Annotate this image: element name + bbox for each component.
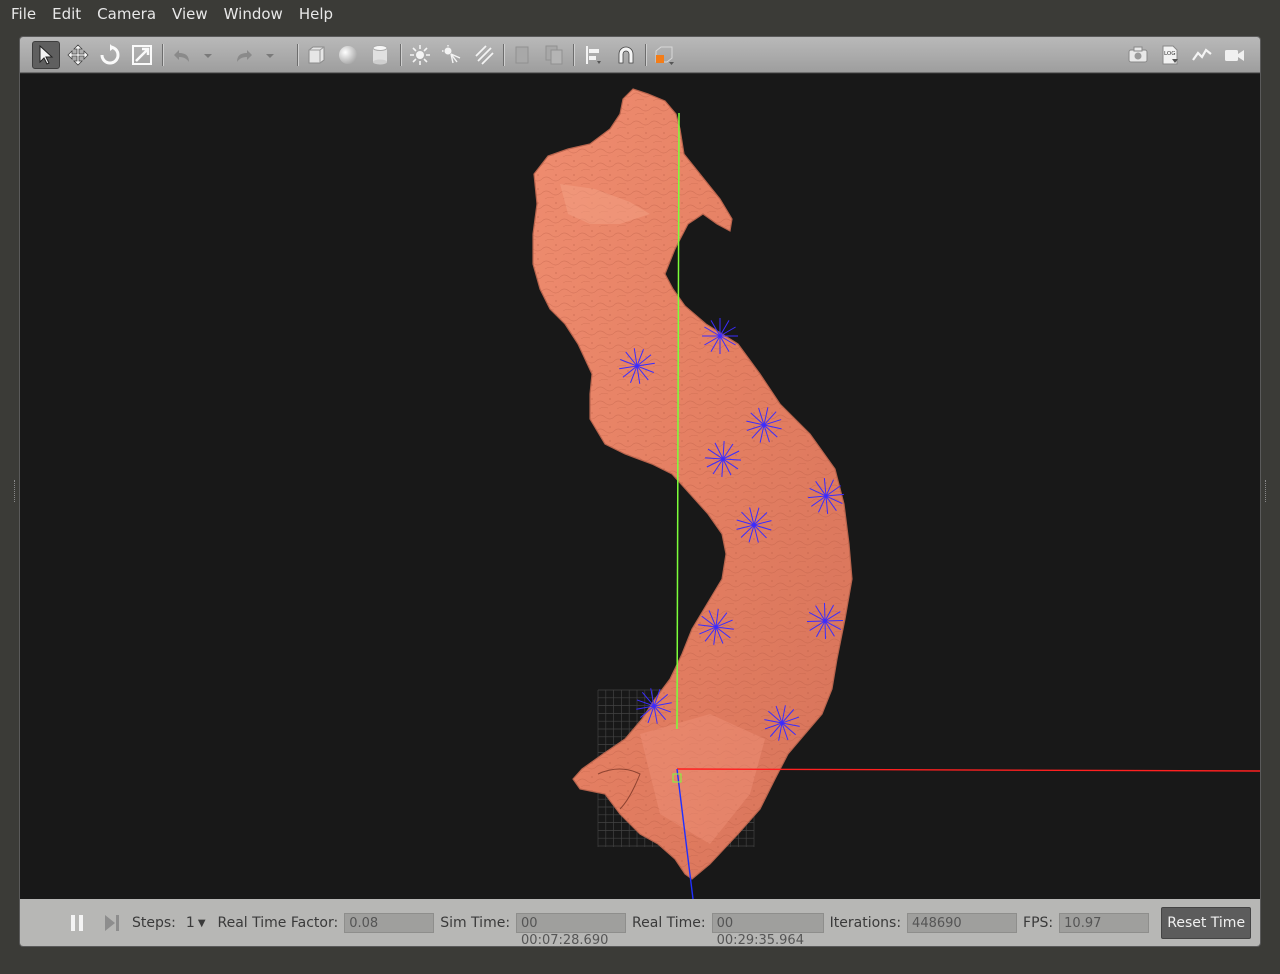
toolbar-separator xyxy=(400,44,402,66)
select-arrow-icon[interactable] xyxy=(32,41,60,69)
plot-icon[interactable] xyxy=(1188,41,1216,69)
bottom-bar: Steps: 1 ▼ Real Time Factor: 0.08 Sim Ti… xyxy=(20,899,1260,946)
menu-view[interactable]: View xyxy=(164,0,216,28)
menu-window[interactable]: Window xyxy=(216,0,291,28)
iterations-label: Iterations: xyxy=(829,915,902,931)
sphere-shape-icon[interactable] xyxy=(334,41,362,69)
real-time-label: Real Time: xyxy=(632,915,706,931)
left-panel-handle[interactable] xyxy=(14,480,16,502)
toolbar-separator xyxy=(297,44,299,66)
menu-edit[interactable]: Edit xyxy=(44,0,89,28)
undo-history-icon[interactable] xyxy=(200,41,216,69)
redo-history-icon[interactable] xyxy=(262,41,278,69)
spot-light-icon[interactable] xyxy=(438,41,466,69)
snap-magnet-icon[interactable] xyxy=(612,41,640,69)
menu-help[interactable]: Help xyxy=(291,0,341,28)
directional-light-icon[interactable] xyxy=(470,41,498,69)
point-light-icon[interactable] xyxy=(406,41,434,69)
log-icon-text: LOG xyxy=(1164,51,1175,57)
real-time-field: 00 00:29:35.964 xyxy=(711,913,824,946)
menu-bar: File Edit Camera View Window Help xyxy=(0,0,1280,28)
undo-icon[interactable] xyxy=(168,41,196,69)
translate-icon[interactable] xyxy=(64,41,92,69)
redo-icon[interactable] xyxy=(230,41,258,69)
sim-time-field: 00 00:07:28.690 xyxy=(516,913,627,946)
rotate-icon[interactable] xyxy=(96,41,124,69)
steps-dropdown-icon[interactable]: ▼ xyxy=(198,918,206,929)
video-record-icon[interactable] xyxy=(1220,41,1248,69)
screenshot-camera-icon[interactable] xyxy=(1124,41,1152,69)
step-forward-icon[interactable] xyxy=(98,911,126,935)
toolbar-separator xyxy=(645,44,647,66)
rtf-label: Real Time Factor: xyxy=(217,915,339,931)
fps-field: 10.97 xyxy=(1059,913,1150,933)
fps-label: FPS: xyxy=(1023,915,1054,931)
scale-icon[interactable] xyxy=(128,41,156,69)
scene-window: LOG Steps: 1 ▼ Real Time Factor: 0.08 Si… xyxy=(19,36,1261,947)
toolbar-separator xyxy=(503,44,505,66)
toolbar-separator xyxy=(573,44,575,66)
copy-icon[interactable] xyxy=(508,41,536,69)
view-angle-icon[interactable] xyxy=(650,41,678,69)
rtf-field: 0.08 xyxy=(344,913,435,933)
pause-icon[interactable] xyxy=(60,911,94,935)
right-panel-handle[interactable] xyxy=(1265,480,1267,502)
menu-file[interactable]: File xyxy=(3,0,44,28)
reset-time-button[interactable]: Reset Time xyxy=(1161,907,1252,939)
cave-mesh[interactable] xyxy=(532,88,853,880)
log-icon[interactable]: LOG xyxy=(1156,41,1184,69)
toolbar-separator xyxy=(162,44,164,66)
box-shape-icon[interactable] xyxy=(302,41,330,69)
toolbar: LOG xyxy=(20,37,1260,73)
cylinder-shape-icon[interactable] xyxy=(366,41,394,69)
steps-value[interactable]: 1 xyxy=(186,915,195,931)
sim-time-label: Sim Time: xyxy=(440,915,511,931)
steps-label: Steps: xyxy=(132,915,176,931)
paste-icon[interactable] xyxy=(540,41,568,69)
3d-viewport[interactable] xyxy=(20,74,1260,899)
menu-camera[interactable]: Camera xyxy=(89,0,164,28)
iterations-field: 448690 xyxy=(907,913,1018,933)
align-icon[interactable] xyxy=(580,41,608,69)
